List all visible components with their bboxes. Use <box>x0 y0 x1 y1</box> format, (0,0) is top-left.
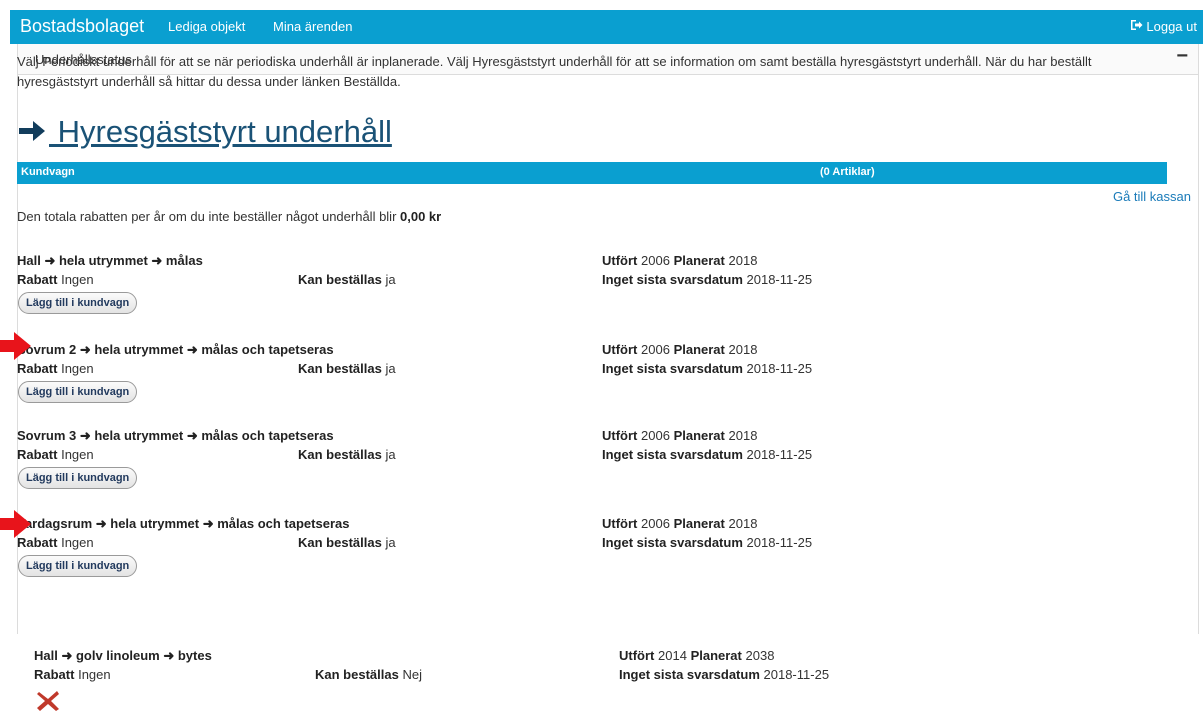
add-to-cart-button[interactable]: Lägg till i kundvagn <box>18 381 138 403</box>
item-kan: Kan beställas ja <box>298 361 396 376</box>
top-navbar: Bostadsbolaget Lediga objekt Mina ärende… <box>10 10 1203 44</box>
section-title-label: Hyresgäststyrt underhåll <box>49 114 392 149</box>
planerat-label: Planerat <box>673 253 725 268</box>
item-kan: Kan beställas ja <box>298 447 396 462</box>
datum-value: 2018-11-25 <box>746 272 813 287</box>
add-to-cart-button[interactable]: Lägg till i kundvagn <box>18 555 138 577</box>
planerat-value: 2018 <box>728 516 758 531</box>
rabatt-label: Rabatt <box>34 667 75 682</box>
utfort-label: Utfört <box>602 342 638 357</box>
kan-label: Kan beställas <box>298 272 382 287</box>
logout-icon <box>1130 19 1143 34</box>
datum-value: 2018-11-25 <box>746 447 813 462</box>
red-arrow-annotation-icon <box>0 510 31 538</box>
datum-label: Inget sista svarsdatum <box>602 447 743 462</box>
item-title: Sovrum 3 ➜ hela utrymmet ➜ målas och tap… <box>17 428 334 443</box>
intro-text: Välj Periodiskt underhåll för att se när… <box>17 54 1092 89</box>
item-utfort: Utfört 2006 Planerat 2018 <box>602 342 757 357</box>
item-datum: Inget sista svarsdatum 2018-11-25 <box>619 667 829 682</box>
discount-amount: 0,00 kr <box>400 209 442 224</box>
rabatt-value: Ingen <box>61 447 94 462</box>
datum-label: Inget sista svarsdatum <box>602 272 743 287</box>
item-title: Vardagsrum ➜ hela utrymmet ➜ målas och t… <box>17 516 350 531</box>
rabatt-value: Ingen <box>61 272 94 287</box>
rabatt-value: Ingen <box>61 535 94 550</box>
discount-info: Den totala rabatten per år om du inte be… <box>17 209 441 224</box>
utfort-label: Utfört <box>619 648 655 663</box>
rabatt-value: Ingen <box>78 667 111 682</box>
cart-label: Kundvagn <box>21 166 75 178</box>
datum-label: Inget sista svarsdatum <box>602 361 743 376</box>
item-kan: Kan beställas ja <box>298 272 396 287</box>
red-arrow-annotation-icon <box>0 332 31 360</box>
kan-label: Kan beställas <box>298 361 382 376</box>
kan-value: ja <box>385 272 396 287</box>
datum-value: 2018-11-25 <box>763 667 830 682</box>
item-utfort: Utfört 2006 Planerat 2018 <box>602 253 757 268</box>
planerat-value: 2018 <box>728 428 758 443</box>
rabatt-label: Rabatt <box>17 272 58 287</box>
item-utfort: Utfört 2006 Planerat 2018 <box>602 428 757 443</box>
item-kan: Kan beställas Nej <box>315 667 422 682</box>
item-rabatt: Rabatt Ingen <box>34 667 111 682</box>
nav-link-lediga-objekt[interactable]: Lediga objekt <box>168 19 245 34</box>
cart-count: (0 Artiklar) <box>820 166 875 178</box>
item-rabatt: Rabatt Ingen <box>17 361 94 376</box>
planerat-value: 2018 <box>728 342 758 357</box>
item-utfort: Utfört 2014 Planerat 2038 <box>619 648 774 663</box>
rabatt-value: Ingen <box>61 361 94 376</box>
cart-bar: Kundvagn (0 Artiklar) <box>17 162 1167 184</box>
logout-label: Logga ut <box>1146 19 1197 34</box>
add-to-cart-button[interactable]: Lägg till i kundvagn <box>18 292 138 314</box>
not-orderable-x-icon <box>37 691 59 711</box>
item-title: Hall ➜ golv linoleum ➜ bytes <box>34 648 212 663</box>
planerat-value: 2018 <box>728 253 758 268</box>
utfort-value: 2006 <box>641 428 670 443</box>
datum-label: Inget sista svarsdatum <box>619 667 760 682</box>
section-title-link[interactable]: Hyresgäststyrt underhåll <box>17 114 392 150</box>
utfort-value: 2006 <box>641 516 670 531</box>
discount-text: Den totala rabatten per år om du inte be… <box>17 209 401 224</box>
utfort-label: Utfört <box>602 516 638 531</box>
kan-label: Kan beställas <box>298 447 382 462</box>
kan-label: Kan beställas <box>315 667 399 682</box>
item-kan: Kan beställas ja <box>298 535 396 550</box>
item-rabatt: Rabatt Ingen <box>17 272 94 287</box>
datum-value: 2018-11-25 <box>746 535 813 550</box>
kan-value: Nej <box>402 667 422 682</box>
kan-label: Kan beställas <box>298 535 382 550</box>
item-title: Sovrum 2 ➜ hela utrymmet ➜ målas och tap… <box>17 342 334 357</box>
utfort-label: Utfört <box>602 253 638 268</box>
brand-logo[interactable]: Bostadsbolaget <box>20 16 144 37</box>
add-to-cart-button[interactable]: Lägg till i kundvagn <box>18 467 138 489</box>
item-title: Hall ➜ hela utrymmet ➜ målas <box>17 253 203 268</box>
item-utfort: Utfört 2006 Planerat 2018 <box>602 516 757 531</box>
planerat-label: Planerat <box>673 516 725 531</box>
utfort-value: 2014 <box>658 648 687 663</box>
planerat-value: 2038 <box>745 648 775 663</box>
rabatt-label: Rabatt <box>17 361 58 376</box>
utfort-value: 2006 <box>641 253 670 268</box>
kan-value: ja <box>385 361 396 376</box>
item-datum: Inget sista svarsdatum 2018-11-25 <box>602 361 812 376</box>
datum-label: Inget sista svarsdatum <box>602 535 743 550</box>
checkout-link[interactable]: Gå till kassan <box>1113 189 1191 204</box>
planerat-label: Planerat <box>690 648 742 663</box>
logout-link[interactable]: Logga ut <box>1130 19 1197 34</box>
datum-value: 2018-11-25 <box>746 361 813 376</box>
item-datum: Inget sista svarsdatum 2018-11-25 <box>602 272 812 287</box>
kan-value: ja <box>385 535 396 550</box>
rabatt-label: Rabatt <box>17 447 58 462</box>
nav-link-mina-arenden[interactable]: Mina ärenden <box>273 19 353 34</box>
collapse-button[interactable]: − <box>1176 46 1188 66</box>
item-rabatt: Rabatt Ingen <box>17 447 94 462</box>
arrow-right-icon <box>17 114 47 150</box>
item-datum: Inget sista svarsdatum 2018-11-25 <box>602 447 812 462</box>
planerat-label: Planerat <box>673 342 725 357</box>
planerat-label: Planerat <box>673 428 725 443</box>
utfort-label: Utfört <box>602 428 638 443</box>
kan-value: ja <box>385 447 396 462</box>
utfort-value: 2006 <box>641 342 670 357</box>
item-datum: Inget sista svarsdatum 2018-11-25 <box>602 535 812 550</box>
